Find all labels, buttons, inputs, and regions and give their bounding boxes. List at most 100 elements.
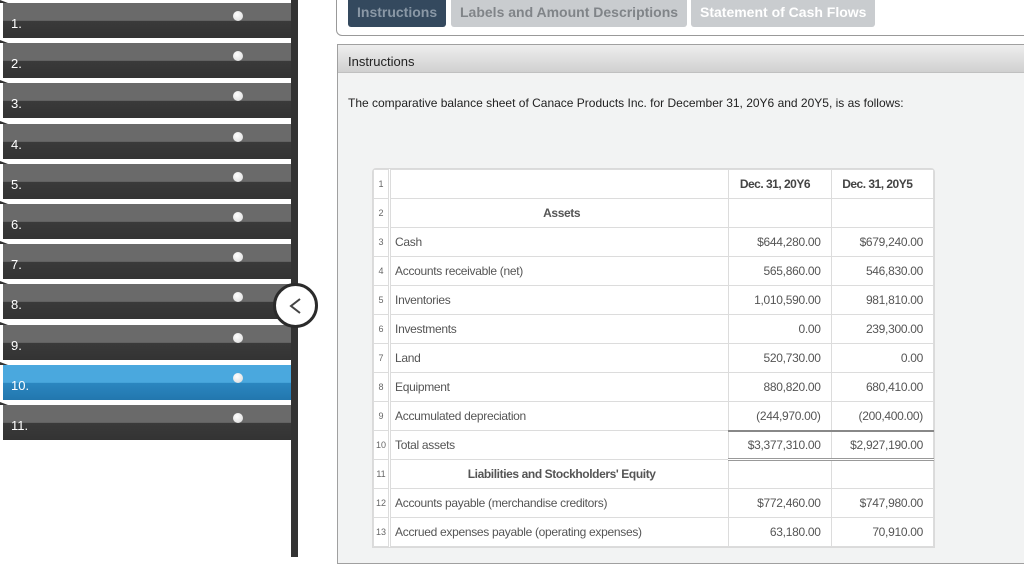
amount-20y6: 0.00 (728, 314, 832, 344)
table-row: 7 Land 520,730.00 0.00 (372, 343, 935, 373)
question-number: 3. (11, 96, 22, 112)
table-row: 10 Total assets $3,377,310.00 $2,927,190.00 (372, 430, 935, 461)
row-number: 1 (372, 169, 392, 199)
row-label: Accounts payable (merchandise creditors) (389, 488, 730, 518)
panel-title: Instructions (348, 54, 415, 69)
row-label: Equipment (389, 372, 730, 402)
status-dot-icon (233, 212, 243, 222)
row-label: Accumulated depreciation (389, 401, 730, 431)
question-number: 1. (11, 16, 22, 31)
sidebar-rail (291, 0, 298, 557)
section-heading: Assets (389, 198, 730, 228)
table-row: 11 Liabilities and Stockholders' Equity (372, 459, 935, 489)
amount-20y6: $644,280.00 (728, 227, 832, 257)
amount-20y5: $679,240.00 (830, 227, 935, 257)
instructions-panel: Instructions The comparative balance she… (337, 44, 1024, 564)
status-dot-icon (233, 332, 243, 343)
question-number: 6. (11, 217, 22, 232)
question-number: 11. (11, 418, 29, 433)
question-nav-item-8[interactable]: 8. (0, 281, 291, 320)
table-row: 6 Investments 0.00 239,300.00 (372, 314, 935, 344)
question-number: 9. (11, 337, 22, 353)
question-number: 5. (11, 176, 22, 192)
table-row: 8 Equipment 880,820.00 680,410.00 (372, 372, 935, 402)
chevron-left-icon (288, 297, 301, 314)
status-dot-icon (233, 252, 243, 263)
row-label: Total assets (389, 430, 730, 460)
amount-20y6: 565,860.00 (728, 256, 832, 286)
row-label: Accounts receivable (net) (389, 256, 730, 286)
status-dot-icon (233, 372, 243, 383)
row-number: 7 (372, 343, 392, 373)
question-number: 4. (11, 136, 22, 152)
table-row: 4 Accounts receivable (net) 565,860.00 546,… (372, 256, 935, 286)
amount-20y6 (728, 459, 832, 489)
amount-20y6 (728, 198, 832, 228)
tab-labels-and-amount-descriptions[interactable]: Labels and Amount Descriptions (451, 0, 688, 27)
row-label: Inventories (389, 285, 730, 315)
question-nav-item-9[interactable]: 9. (0, 321, 291, 360)
amount-20y6: 880,820.00 (728, 372, 832, 402)
column-header-20y6: Dec. 31, 20Y6 (728, 169, 832, 199)
question-number: 8. (11, 297, 22, 313)
question-nav-item-1[interactable]: 1. (0, 0, 291, 38)
row-number: 2 (372, 198, 392, 228)
instructions-text: The comparative balance sheet of Canace … (348, 96, 904, 110)
table-row: 2 Assets (372, 198, 935, 228)
row-number: 12 (372, 488, 392, 518)
status-dot-icon (233, 91, 243, 102)
amount-20y5: $2,927,190.00 (830, 430, 935, 461)
status-dot-icon (233, 131, 243, 142)
tab-statement-of-cash-flows[interactable]: Statement of Cash Flows (691, 0, 876, 27)
amount-20y6: 1,010,590.00 (728, 285, 832, 315)
panel-header (338, 45, 1024, 73)
table-row: 13 Accrued expenses payable (operating ex… (372, 517, 935, 547)
question-nav-item-5[interactable]: 5. (0, 160, 291, 199)
amount-20y5 (830, 198, 935, 228)
status-dot-icon (233, 51, 243, 62)
status-dot-icon (233, 413, 243, 423)
question-nav-item-3[interactable]: 3. (0, 80, 291, 119)
row-label: Land (389, 343, 730, 373)
amount-20y5 (830, 459, 935, 489)
row-number: 8 (372, 372, 392, 402)
column-header-20y5: Dec. 31, 20Y5 (830, 169, 935, 199)
status-dot-icon (233, 292, 243, 303)
amount-20y5: $747,980.00 (830, 488, 935, 518)
table-row: 5 Inventories 1,010,590.00 981,810.00 (372, 285, 935, 315)
amount-20y5: 981,810.00 (830, 285, 935, 315)
question-nav-item-4[interactable]: 4. (0, 120, 291, 159)
row-number: 3 (372, 227, 392, 257)
row-label (389, 169, 730, 199)
amount-20y5: 680,410.00 (830, 372, 935, 402)
amount-20y5: 239,300.00 (830, 314, 935, 344)
question-nav-item-7[interactable]: 7. (0, 241, 291, 280)
row-number: 9 (372, 401, 392, 431)
question-nav-item-6[interactable]: 6. (0, 201, 291, 239)
row-label: Accrued expenses payable (operating expe… (389, 517, 730, 547)
row-label: Cash (389, 227, 730, 257)
question-nav-item-2[interactable]: 2. (0, 40, 291, 79)
amount-20y5: 546,830.00 (830, 256, 935, 286)
amount-20y5: 70,910.00 (830, 517, 935, 547)
table-row: 9 Accumulated depreciation (244,970.00) (20… (372, 401, 935, 432)
amount-20y5: (200,400.00) (830, 401, 935, 432)
table-row: 3 Cash $644,280.00 $679,240.00 (372, 227, 935, 257)
row-number: 6 (372, 314, 392, 344)
question-nav-item-10[interactable]: 10. (0, 361, 291, 400)
status-dot-icon (233, 11, 243, 21)
question-number: 10. (11, 377, 30, 393)
question-sidebar: 1. 2. 3. 4. 5. 6. 7. 8. 9. 10. 11. (0, 0, 298, 557)
amount-20y6: $772,460.00 (728, 488, 832, 518)
amount-20y6: (244,970.00) (728, 401, 832, 432)
tab-instructions[interactable]: Instructions (348, 0, 447, 27)
table-row: 1 Dec. 31, 20Y6 Dec. 31, 20Y5 (372, 169, 935, 199)
row-number: 4 (372, 256, 392, 286)
row-number: 10 (372, 430, 392, 460)
amount-20y6: $3,377,310.00 (728, 430, 832, 461)
table-row: 12 Accounts payable (merchandise creditor… (372, 488, 935, 518)
question-number: 7. (11, 257, 22, 273)
collapse-sidebar-button[interactable] (273, 283, 318, 328)
row-number: 11 (372, 459, 392, 489)
question-nav-item-11[interactable]: 11. (0, 402, 291, 440)
